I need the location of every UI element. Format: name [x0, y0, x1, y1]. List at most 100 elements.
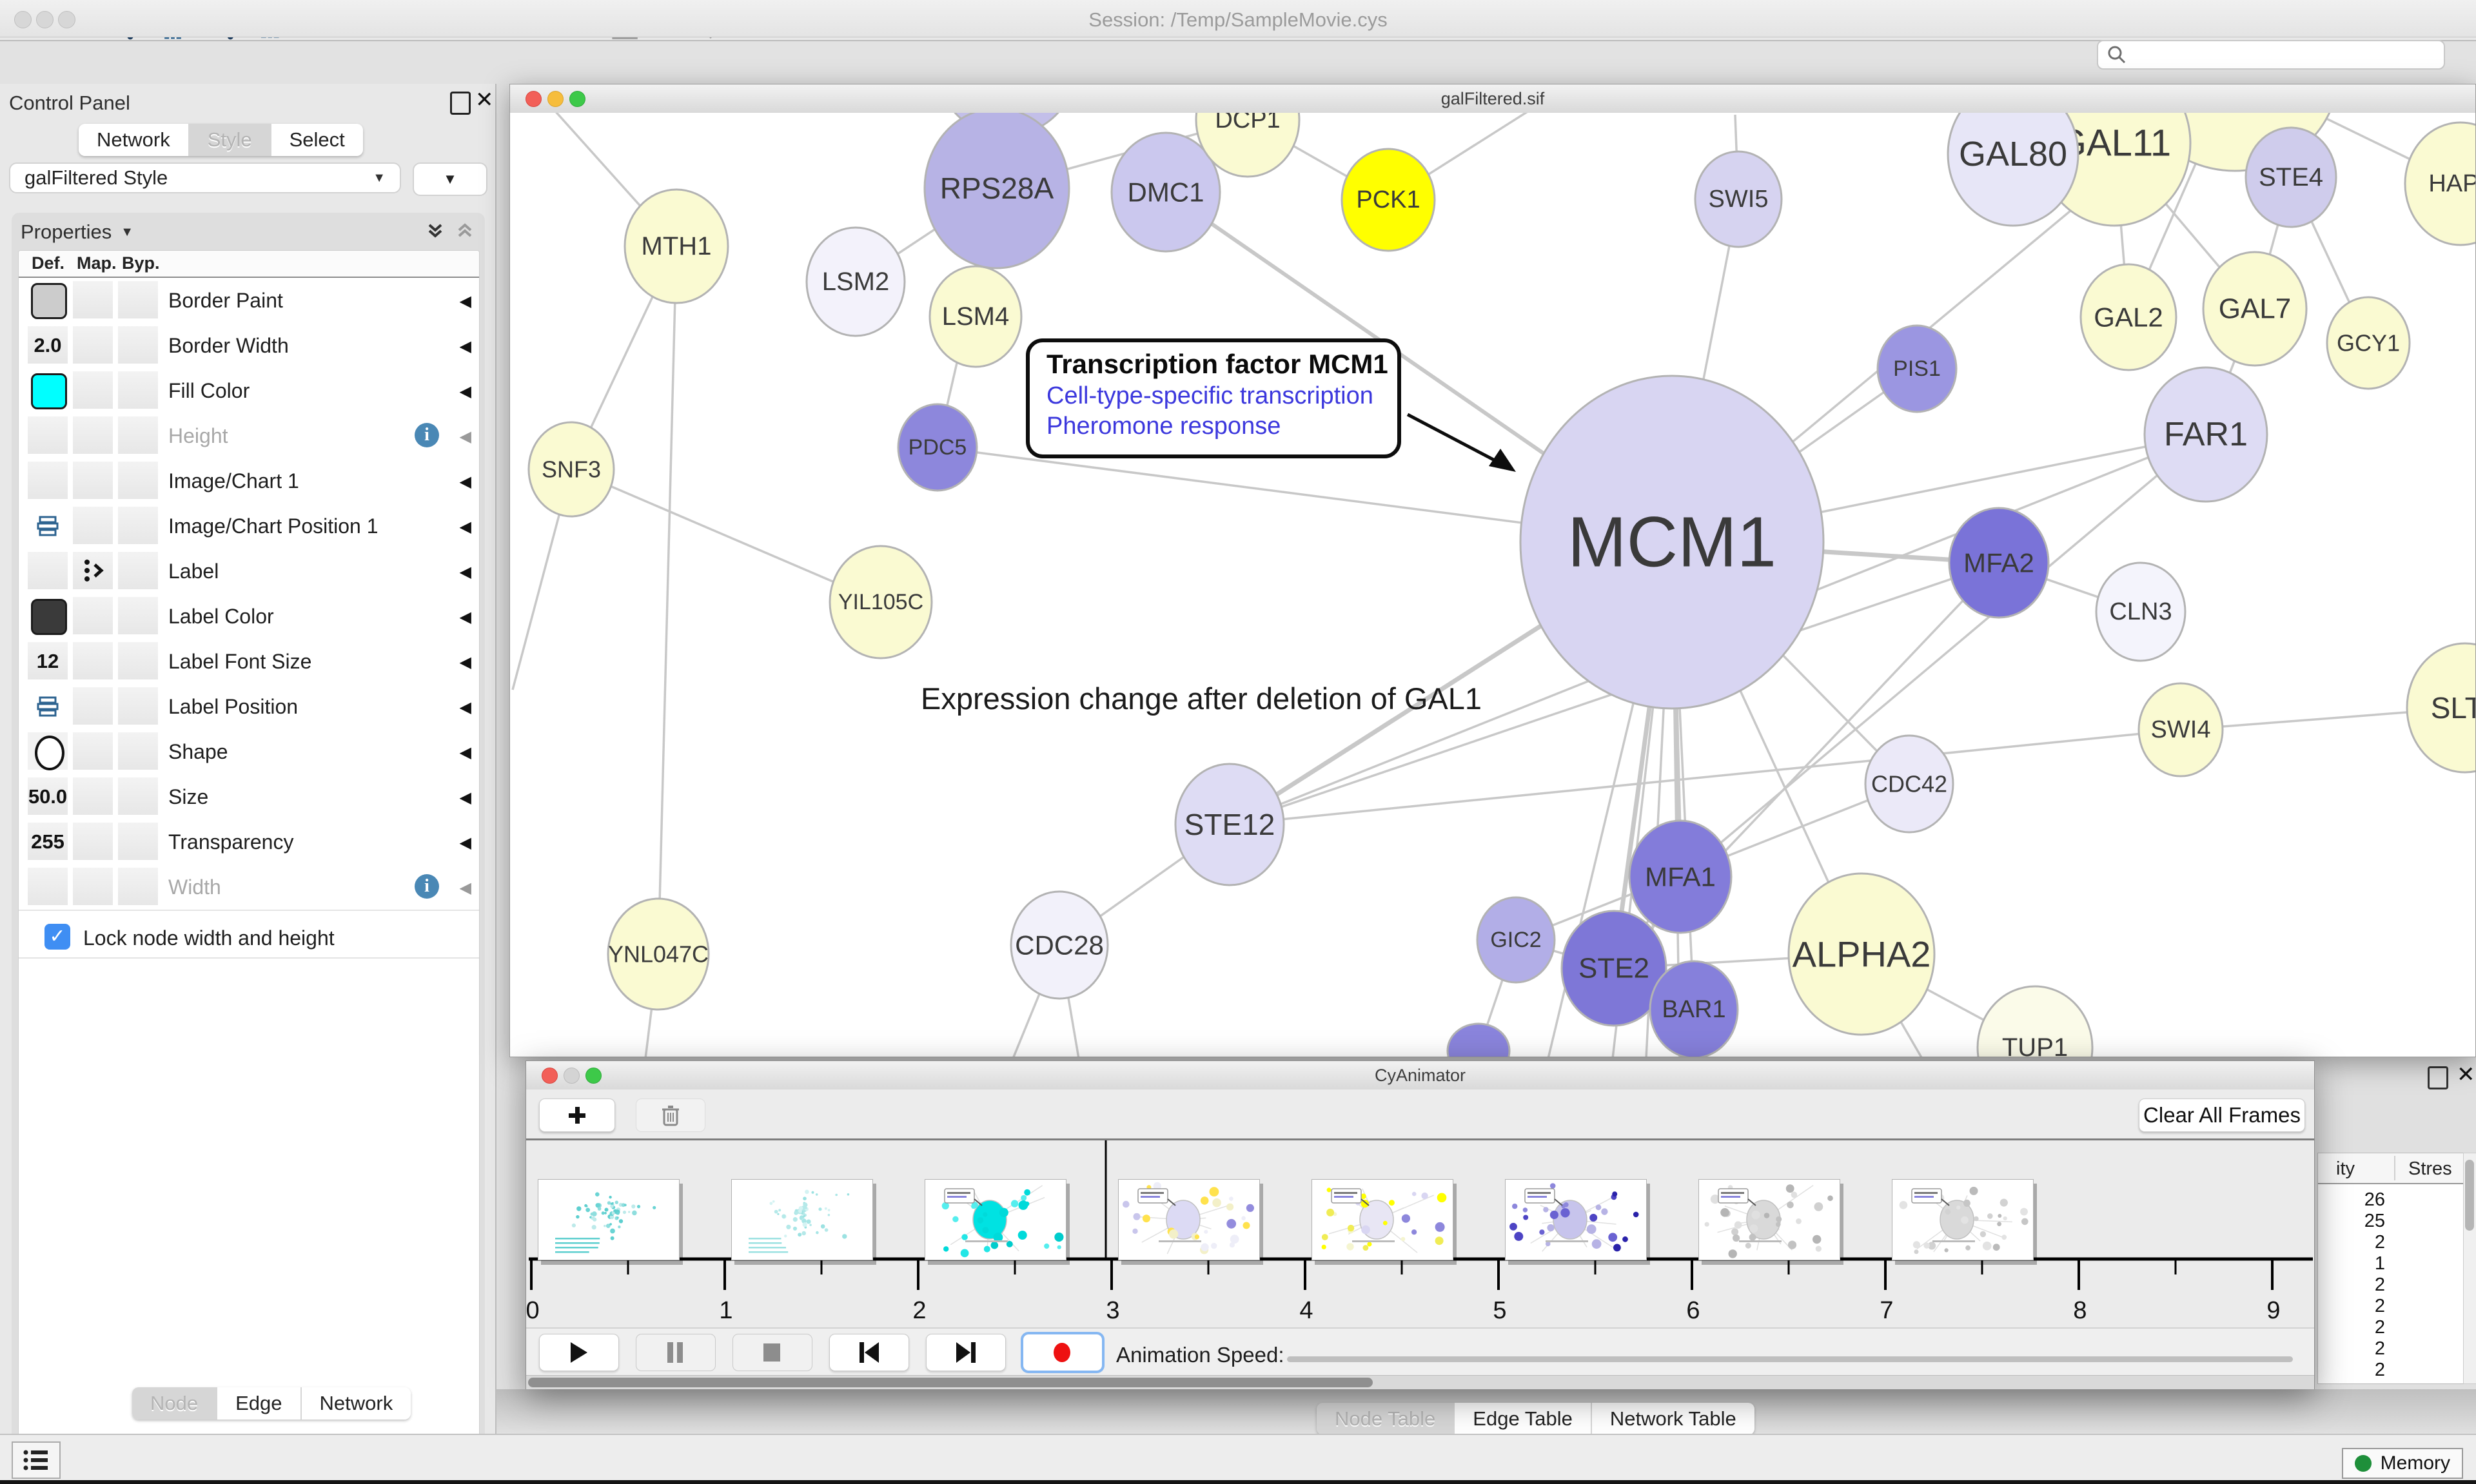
info-icon[interactable]: i	[415, 874, 439, 899]
add-frame-button[interactable]	[539, 1098, 615, 1132]
network-node-hap2[interactable]: HAP2	[2405, 122, 2475, 245]
mapping-cell[interactable]	[73, 687, 113, 725]
default-value-cell[interactable]: 2.0	[28, 326, 68, 364]
table-row[interactable]: 2	[2321, 1274, 2385, 1296]
default-value-cell[interactable]	[28, 597, 68, 634]
property-row-image-chart-1[interactable]: Image/Chart 1◀	[19, 458, 479, 505]
network-node-gal2[interactable]: GAL2	[2081, 264, 2176, 370]
expand-property-icon[interactable]: ◀	[460, 698, 471, 717]
network-node-snf3[interactable]: SNF3	[529, 422, 614, 516]
search-box[interactable]	[2097, 40, 2445, 70]
default-value-cell[interactable]: 255	[28, 823, 68, 860]
tab-node-table[interactable]: Node Table	[1317, 1403, 1455, 1435]
network-node-mfa1[interactable]: MFA1	[1629, 821, 1731, 933]
default-value-cell[interactable]	[28, 687, 68, 725]
info-icon[interactable]: i	[415, 423, 439, 447]
property-row-label-position[interactable]: Label Position◀	[19, 684, 479, 730]
animation-speed-slider[interactable]	[1287, 1356, 2293, 1362]
frame-thumbnail-7[interactable]	[1892, 1179, 2034, 1260]
default-value-cell[interactable]	[28, 868, 68, 905]
frame-thumbnail-2[interactable]	[925, 1179, 1066, 1260]
table-row[interactable]: 2	[2321, 1232, 2385, 1253]
frame-thumbnail-6[interactable]	[1698, 1179, 1840, 1260]
property-row-label-font-size[interactable]: 12Label Font Size◀	[19, 639, 479, 685]
expand-property-icon[interactable]: ◀	[460, 743, 471, 762]
bypass-cell[interactable]	[118, 777, 158, 815]
bypass-cell[interactable]	[118, 507, 158, 544]
style-select[interactable]: galFiltered Style ▼	[9, 162, 401, 193]
network-node-ste12[interactable]: STE12	[1175, 764, 1284, 885]
property-row-image-chart-position-1[interactable]: Image/Chart Position 1◀	[19, 503, 479, 550]
default-value-cell[interactable]: 12	[28, 642, 68, 679]
mapping-cell[interactable]	[73, 462, 113, 499]
bypass-cell[interactable]	[118, 416, 158, 454]
network-node-ste4[interactable]: STE4	[2246, 128, 2336, 227]
network-node-lsm2[interactable]: LSM2	[807, 228, 905, 336]
bypass-cell[interactable]	[118, 552, 158, 589]
network-node-tup1[interactable]: TUP1	[1978, 986, 2092, 1057]
annotation-link[interactable]: Pheromone response	[1046, 413, 1397, 440]
network-node-ynl047c[interactable]: YNL047C	[608, 899, 709, 1010]
mapping-cell[interactable]	[73, 823, 113, 860]
table-row[interactable]: 25	[2321, 1211, 2385, 1232]
collapse-all-icon[interactable]	[454, 220, 476, 245]
tab-select[interactable]: Select	[271, 124, 363, 156]
expand-property-icon[interactable]: ◀	[460, 427, 471, 446]
property-row-width[interactable]: Widthi◀	[19, 864, 479, 911]
skip-end-button[interactable]	[926, 1334, 1006, 1371]
expand-property-icon[interactable]: ◀	[460, 382, 471, 401]
property-row-border-width[interactable]: 2.0Border Width◀	[19, 323, 479, 369]
network-node-unlabeled[interactable]	[1448, 1024, 1509, 1057]
property-row-label-color[interactable]: Label Color◀	[19, 594, 479, 640]
tab-edge-table[interactable]: Edge Table	[1455, 1403, 1592, 1435]
stop-button[interactable]	[732, 1334, 812, 1371]
table-vertical-scrollbar[interactable]	[2463, 1153, 2476, 1384]
expand-property-icon[interactable]: ◀	[460, 292, 471, 311]
default-value-cell[interactable]	[28, 507, 68, 544]
table-row[interactable]: 2	[2321, 1338, 2385, 1360]
bypass-cell[interactable]	[118, 597, 158, 634]
pause-button[interactable]	[636, 1334, 716, 1371]
network-node-gcy1[interactable]: GCY1	[2327, 297, 2410, 389]
expand-property-icon[interactable]: ◀	[460, 518, 471, 536]
frame-thumbnail-1[interactable]	[731, 1179, 873, 1260]
network-node-lsm4[interactable]: LSM4	[930, 266, 1021, 367]
default-value-cell[interactable]	[28, 462, 68, 499]
network-node-cdc42[interactable]: CDC42	[1865, 736, 1953, 832]
tab-edge[interactable]: Edge	[217, 1387, 301, 1420]
network-node-gic2[interactable]: GIC2	[1477, 897, 1555, 982]
expand-property-icon[interactable]: ◀	[460, 473, 471, 491]
search-input[interactable]	[2128, 44, 2427, 66]
memory-button[interactable]: Memory	[2342, 1448, 2463, 1479]
table-row[interactable]: 2	[2321, 1296, 2385, 1317]
bypass-cell[interactable]	[118, 371, 158, 409]
tab-node[interactable]: Node	[132, 1387, 217, 1420]
default-value-cell[interactable]	[28, 281, 68, 318]
property-row-fill-color[interactable]: Fill Color◀	[19, 368, 479, 415]
close-panel-icon[interactable]: ✕	[475, 90, 494, 110]
network-node-slt1[interactable]: SLT1	[2407, 643, 2475, 772]
mapping-cell[interactable]	[73, 777, 113, 815]
network-node-cdc28[interactable]: CDC28	[1011, 892, 1108, 999]
table-row[interactable]: 2	[2321, 1317, 2385, 1338]
property-row-shape[interactable]: Shape◀	[19, 729, 479, 776]
network-node-rps28a[interactable]: RPS28A	[925, 113, 1069, 268]
network-node-pis1[interactable]: PIS1	[1878, 326, 1956, 412]
bypass-cell[interactable]	[118, 687, 158, 725]
expand-property-icon[interactable]: ◀	[460, 879, 471, 897]
network-node-alpha2[interactable]: ALPHA2	[1789, 874, 1934, 1035]
play-button[interactable]	[539, 1334, 619, 1371]
property-row-height[interactable]: Heighti◀	[19, 413, 479, 460]
delete-frame-button[interactable]	[636, 1098, 705, 1132]
float-window-icon[interactable]	[2428, 1066, 2448, 1089]
expand-property-icon[interactable]: ◀	[460, 653, 471, 672]
frame-thumbnail-4[interactable]	[1312, 1179, 1453, 1260]
network-node-gal80[interactable]: GAL80	[1948, 113, 2078, 226]
skip-start-button[interactable]	[829, 1334, 909, 1371]
network-node-mcm1[interactable]: MCM1	[1520, 376, 1823, 708]
network-node-gal7[interactable]: GAL7	[2203, 252, 2306, 366]
mapping-cell[interactable]	[73, 642, 113, 679]
expand-property-icon[interactable]: ◀	[460, 788, 471, 807]
annotation-link[interactable]: Cell-type-specific transcription	[1046, 382, 1397, 410]
record-button[interactable]	[1023, 1334, 1103, 1371]
